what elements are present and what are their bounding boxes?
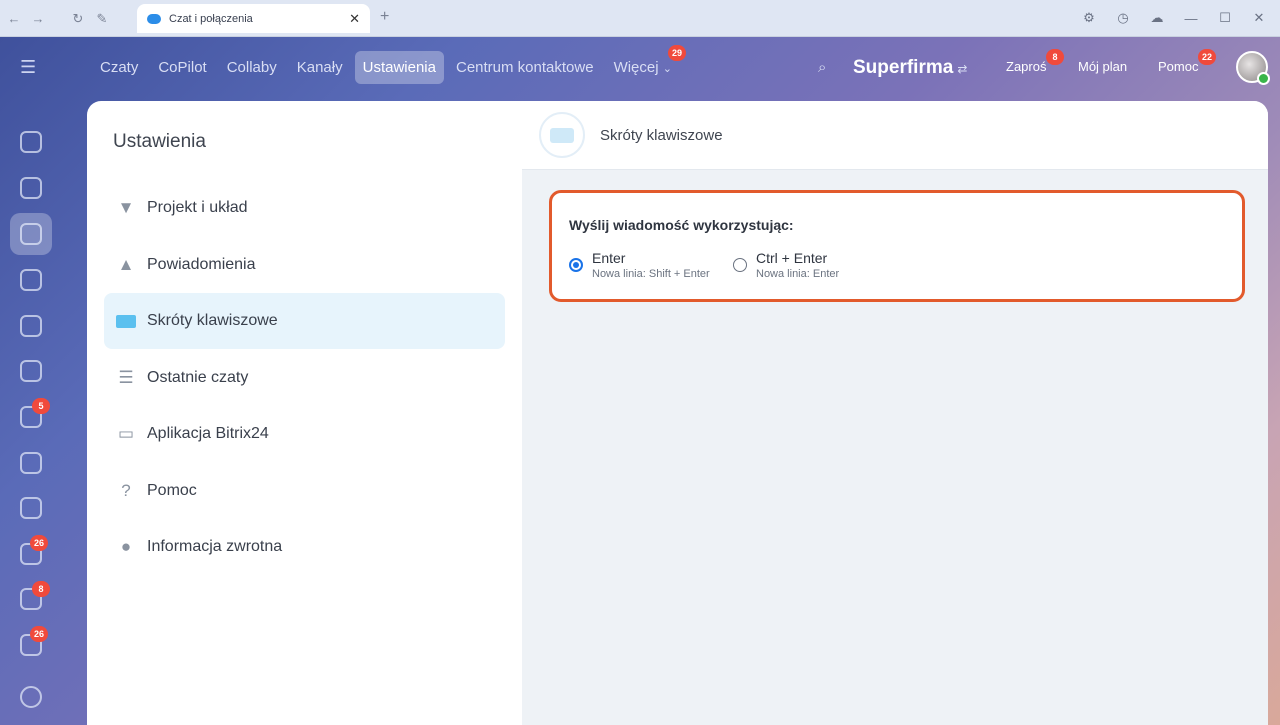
close-tab-icon[interactable]: ✕ [349,11,360,27]
invite-badge: 8 [1046,49,1064,65]
rail-tasks-badge: 26 [30,535,48,551]
forward-arrow-icon[interactable]: → [26,10,50,27]
menu-item-copilot[interactable]: CoPilot [150,51,214,84]
option-enter[interactable]: Enter Nowa linia: Shift + Enter [569,249,710,281]
settings-item-informacja[interactable]: ● Informacja zwrotna [104,519,505,575]
settings-item-pomoc[interactable]: ? Pomoc [104,463,505,519]
new-tab-icon[interactable]: + [380,8,389,26]
invite-label: Zaproś [1006,59,1047,74]
rail-board-icon[interactable] [20,497,42,519]
rail-feed-icon[interactable] [20,177,42,199]
settings-content: Skróty klawiszowe Wyślij wiadomość wykor… [522,101,1268,725]
avatar[interactable] [1236,51,1270,85]
help-label: Pomoc [1158,59,1199,74]
my-plan-link[interactable]: Mój plan [1078,59,1127,74]
help-link[interactable]: Pomoc 22 [1158,49,1216,74]
back-arrow-icon[interactable]: ← [2,10,26,27]
top-menu: Czaty CoPilot Collaby Kanały Ustawienia … [92,45,686,84]
settings-heading: Ustawienia [113,131,206,152]
chat-bubble-icon: ● [120,537,132,556]
rail-filter-badge: 26 [30,626,48,642]
question-icon: ? [121,480,131,500]
option-enter-sub: Nowa linia: Shift + Enter [592,268,710,280]
settings-item-label: Skróty klawiszowe [147,312,278,329]
settings-item-label: Powiadomienia [147,255,256,273]
settings-item-label: Ostatnie czaty [147,368,249,386]
minimize-icon[interactable]: — [1180,8,1202,28]
send-option-title: Wyślij wiadomość wykorzystując: [569,217,794,233]
page-title: Skróty klawiszowe [600,127,723,144]
maximize-icon[interactable]: ☐ [1214,8,1236,28]
hamburger-menu-icon[interactable]: ☰ [20,57,36,78]
keyboard-icon [116,311,136,331]
settings-nav: ▼ Projekt i układ ▲ Powiadomienia Skróty… [104,180,505,576]
close-window-icon[interactable]: ✕ [1248,8,1270,28]
radio-ctrl-enter[interactable] [733,258,747,272]
settings-sidebar: Ustawienia ▼ Projekt i układ ▲ Powiadomi… [87,101,522,725]
option-ctrl-enter-sub: Nowa linia: Enter [756,268,840,280]
keyboard-icon [539,112,585,158]
settings-item-ostatnie[interactable]: ☰ Ostatnie czaty [104,350,505,406]
help-badge: 22 [1198,49,1216,65]
company-name-label: Superfirma [853,57,954,78]
browser-chrome: ← → ↻ ✎ Czat i połączenia ✕ + ⚙ ◷ ☁ — ☐ … [0,0,1280,37]
settings-item-label: Informacja zwrotna [147,538,283,555]
menu-item-wiecej-label: Więcej [613,59,659,76]
company-name[interactable]: Superfirma ⇄ [853,57,967,79]
menu-item-czaty[interactable]: Czaty [92,51,146,84]
settings-item-label: Projekt i układ [147,199,248,216]
send-option-card: Wyślij wiadomość wykorzystując: Enter No… [549,190,1245,302]
rail-mail-badge: 5 [32,398,50,414]
search-icon[interactable]: ⌕ [818,59,826,76]
rail-copilot-icon[interactable] [20,131,42,153]
window-controls: ⚙ ◷ ☁ — ☐ ✕ [1078,8,1270,28]
menu-item-collaby[interactable]: Collaby [219,51,285,84]
browser-tab[interactable]: Czat i połączenia ✕ [137,4,370,33]
reload-icon[interactable]: ↻ [66,10,90,27]
option-ctrl-enter-label: Ctrl + Enter [756,250,828,266]
content-header: Skróty klawiszowe [522,101,1268,170]
radio-enter[interactable] [569,258,583,272]
browser-nav: ← → ↻ ✎ [2,10,114,27]
settings-item-projekt[interactable]: ▼ Projekt i układ [104,180,505,236]
rail-drive-icon[interactable] [20,360,42,382]
rail-document-icon[interactable] [20,315,42,337]
cloud-icon [147,13,161,24]
settings-gear-icon[interactable]: ⚙ [1078,8,1100,28]
browser-tab-title: Czat i połączenia [169,12,253,25]
option-enter-label: Enter [592,250,626,266]
settings-item-powiadomienia[interactable]: ▲ Powiadomienia [104,237,505,293]
list-icon: ☰ [118,367,134,387]
rail-calendar-icon[interactable] [20,269,42,291]
wiecej-badge: 29 [667,45,686,61]
chevron-down-icon: ⌄ [662,63,672,75]
left-rail: 5 26 8 26 [0,101,64,725]
settings-item-label: Pomoc [147,481,197,499]
menu-item-kanaly[interactable]: Kanały [289,51,351,84]
clock-icon[interactable]: ◷ [1112,8,1134,28]
settings-item-skroty[interactable]: Skróty klawiszowe [104,293,505,349]
switch-icon: ⇄ [957,62,968,76]
rail-inbox-badge: 8 [32,581,50,597]
paperclip-icon[interactable]: ✎ [90,10,114,27]
monitor-icon: ▭ [117,424,135,443]
cloud-sync-icon[interactable]: ☁ [1146,8,1168,28]
invite-link[interactable]: Zaproś 8 [1006,49,1064,74]
online-status-icon [1257,72,1270,85]
settings-item-label: Aplikacja Bitrix24 [147,425,269,442]
brush-icon: ▼ [117,198,135,217]
menu-item-ustawienia[interactable]: Ustawienia [354,51,444,84]
rail-group-icon[interactable] [20,452,42,474]
settings-item-aplikacja[interactable]: ▭ Aplikacja Bitrix24 [104,406,505,462]
app-topbar: ☰ Czaty CoPilot Collaby Kanały Ustawieni… [0,37,1280,101]
menu-item-centrum-kontaktowe[interactable]: Centrum kontaktowe [448,51,602,84]
option-ctrl-enter[interactable]: Ctrl + Enter Nowa linia: Enter [733,249,839,281]
bell-icon: ▲ [117,254,135,274]
rail-settings-icon[interactable] [20,686,42,708]
menu-item-wiecej[interactable]: Więcej ⌄ 29 [606,45,686,84]
rail-chat-icon[interactable] [20,223,42,245]
